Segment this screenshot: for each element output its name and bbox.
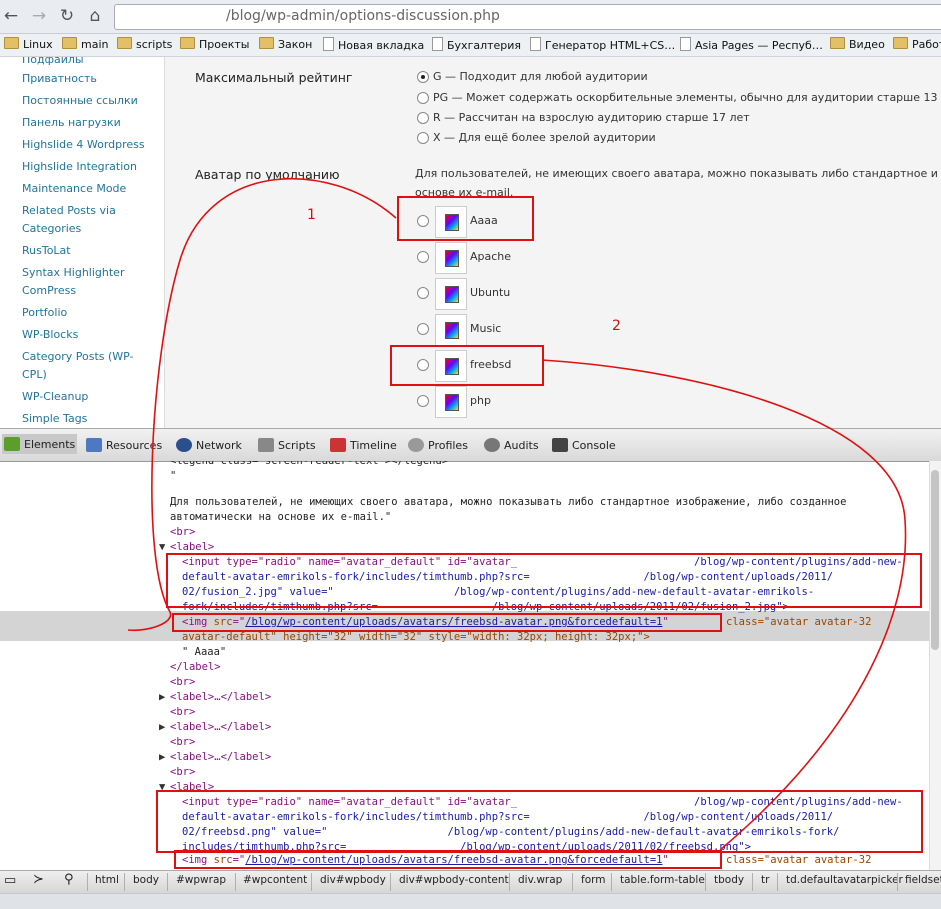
breadcrumb-item[interactable]: table.form-table — [620, 874, 705, 886]
breadcrumb-item[interactable]: div#wpbody-content — [399, 874, 509, 886]
status-bar — [0, 893, 941, 909]
breadcrumb-item[interactable]: tr — [761, 874, 769, 886]
breadcrumb-item[interactable]: html — [95, 874, 119, 886]
breadcrumb-item[interactable]: form — [581, 874, 605, 886]
breadcrumb-item[interactable]: fieldset — [905, 874, 941, 886]
annotation-curve-1 — [127, 177, 397, 632]
breadcrumb-item[interactable]: td.defaultavatarpicker — [786, 874, 903, 886]
annotation-curve-2 — [541, 359, 907, 851]
breadcrumb-item[interactable]: #wpcontent — [243, 874, 307, 886]
devtools-bottom-bar: ▭ ≻ ⚲ html body #wpwrap #wpcontent div#w… — [0, 870, 941, 893]
breadcrumb-item[interactable]: #wpwrap — [176, 874, 226, 886]
console-toggle-icon[interactable]: ≻ — [33, 872, 44, 887]
dock-icon[interactable]: ▭ — [4, 873, 16, 888]
search-icon[interactable]: ⚲ — [64, 872, 74, 887]
breadcrumb-item[interactable]: body — [133, 874, 159, 886]
breadcrumb-item[interactable]: tbody — [714, 874, 744, 886]
breadcrumb-item[interactable]: div.wrap — [518, 874, 562, 886]
breadcrumb-item[interactable]: div#wpbody — [320, 874, 386, 886]
annotation-arrows — [127, 177, 907, 851]
